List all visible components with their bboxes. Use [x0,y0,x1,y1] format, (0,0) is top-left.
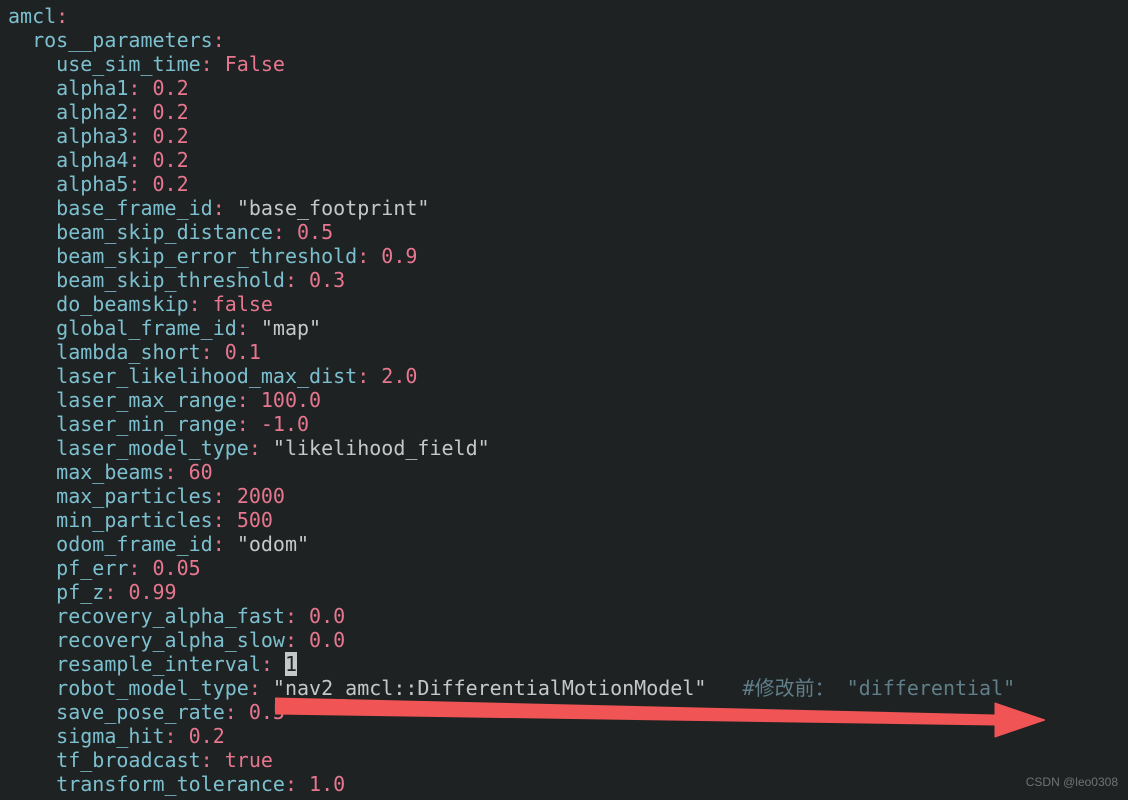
yaml-code-block: amcl: ros__parameters: use_sim_time: Fal… [0,0,1128,796]
watermark-text: CSDN @leo0308 [1026,770,1118,794]
